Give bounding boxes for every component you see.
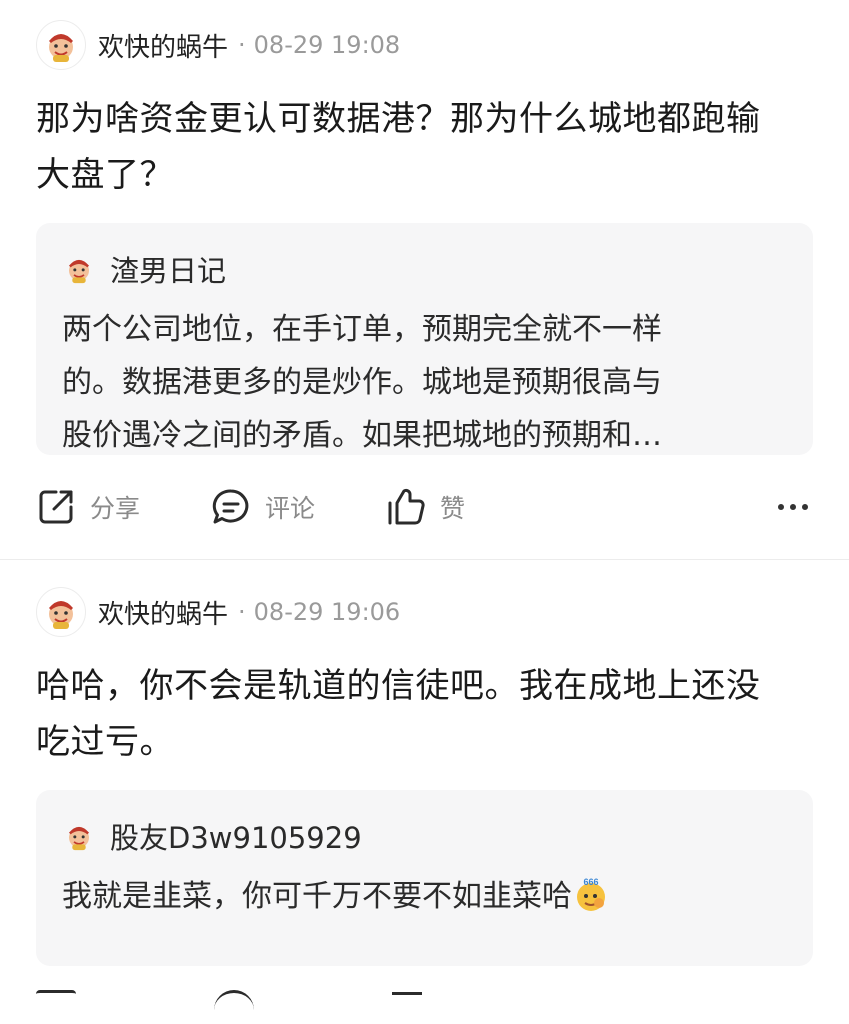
quote-avatar (62, 252, 96, 286)
comment-button[interactable]: 评论 (211, 487, 386, 527)
post-time: · 08-29 19:06 (238, 598, 401, 626)
666-emoji-icon: 666 (577, 877, 605, 911)
quote-line: 我就是韭菜，你可千万不要不如韭菜哈 666 (62, 870, 785, 923)
post-time: · 08-29 19:08 (238, 31, 401, 59)
timestamp: 08-29 19:06 (253, 598, 401, 626)
action-bar-partial (36, 966, 813, 1006)
username[interactable]: 欢快的蜗牛 (98, 594, 228, 631)
post-text[interactable]: 哈哈，你不会是轨道的信徒吧。我在成地上还没 吃过亏。 (36, 658, 813, 770)
quote-line: 的。数据港更多的是炒作。城地是预期很高与 (62, 365, 662, 400)
comment-label: 评论 (265, 494, 316, 523)
svg-text:666: 666 (583, 877, 598, 887)
like-button[interactable]: 赞 (386, 487, 561, 527)
post-2: 欢快的蜗牛 · 08-29 19:06 哈哈，你不会是轨道的信徒吧。我在成地上还没… (0, 560, 849, 1006)
post-text[interactable]: 那为啥资金更认可数据港？那为什么城地都跑输 大盘了？ (36, 91, 813, 203)
share-icon (39, 490, 73, 524)
user-avatar[interactable] (36, 587, 86, 637)
avatar-icon (49, 34, 73, 62)
post-text-line: 那为啥资金更认可数据港？那为什么城地都跑输 (36, 99, 761, 139)
quote-username[interactable]: 渣男日记 (110, 248, 226, 290)
comment-icon[interactable] (214, 990, 254, 1013)
quote-text: 两个公司地位，在手订单，预期完全就不一样 的。数据港更多的是炒作。城地是预期很高… (62, 303, 785, 462)
username[interactable]: 欢快的蜗牛 (98, 27, 228, 64)
quote-header: 渣男日记 (62, 247, 785, 291)
post-text-line: 哈哈，你不会是轨道的信徒吧。我在成地上还没 (36, 666, 761, 706)
quote-header: 股友D3w9105929 (62, 814, 785, 858)
quote-username[interactable]: 股友D3w9105929 (110, 815, 362, 857)
user-avatar[interactable] (36, 20, 86, 70)
like-icon[interactable] (392, 992, 422, 1015)
post-1: 欢快的蜗牛 · 08-29 19:08 那为啥资金更认可数据港？那为什么城地都跑输… (0, 0, 849, 559)
share-label: 分享 (90, 494, 141, 523)
post-header: 欢快的蜗牛 · 08-29 19:08 (36, 19, 813, 71)
like-label: 赞 (440, 494, 466, 523)
comment-icon (212, 489, 249, 524)
quote-line-text: 我就是韭菜，你可千万不要不如韭菜哈 (62, 879, 572, 914)
quote-avatar (62, 819, 96, 853)
quoted-comment[interactable]: 股友D3w9105929 我就是韭菜，你可千万不要不如韭菜哈 666 (36, 790, 813, 966)
comment-feed: 欢快的蜗牛 · 08-29 19:08 那为啥资金更认可数据港？那为什么城地都跑输… (0, 0, 849, 1024)
share-icon[interactable] (36, 990, 76, 1013)
action-bar: 分享 评论 赞 (36, 455, 813, 559)
avatar-icon (69, 826, 89, 851)
share-button[interactable]: 分享 (36, 487, 211, 527)
avatar-icon (69, 259, 89, 284)
post-text-line: 吃过亏。 (36, 722, 174, 762)
post-text-line: 大盘了？ (36, 155, 174, 195)
more-icon (778, 504, 808, 510)
avatar-icon (49, 601, 73, 629)
post-header: 欢快的蜗牛 · 08-29 19:06 (36, 586, 813, 638)
quote-text: 我就是韭菜，你可千万不要不如韭菜哈 666 (62, 870, 785, 923)
timestamp: 08-29 19:08 (253, 31, 401, 59)
like-icon (388, 488, 425, 525)
more-button[interactable] (773, 487, 813, 527)
quote-line: 两个公司地位，在手订单，预期完全就不一样 (62, 312, 662, 347)
quoted-comment[interactable]: 渣男日记 两个公司地位，在手订单，预期完全就不一样 的。数据港更多的是炒作。城地… (36, 223, 813, 455)
